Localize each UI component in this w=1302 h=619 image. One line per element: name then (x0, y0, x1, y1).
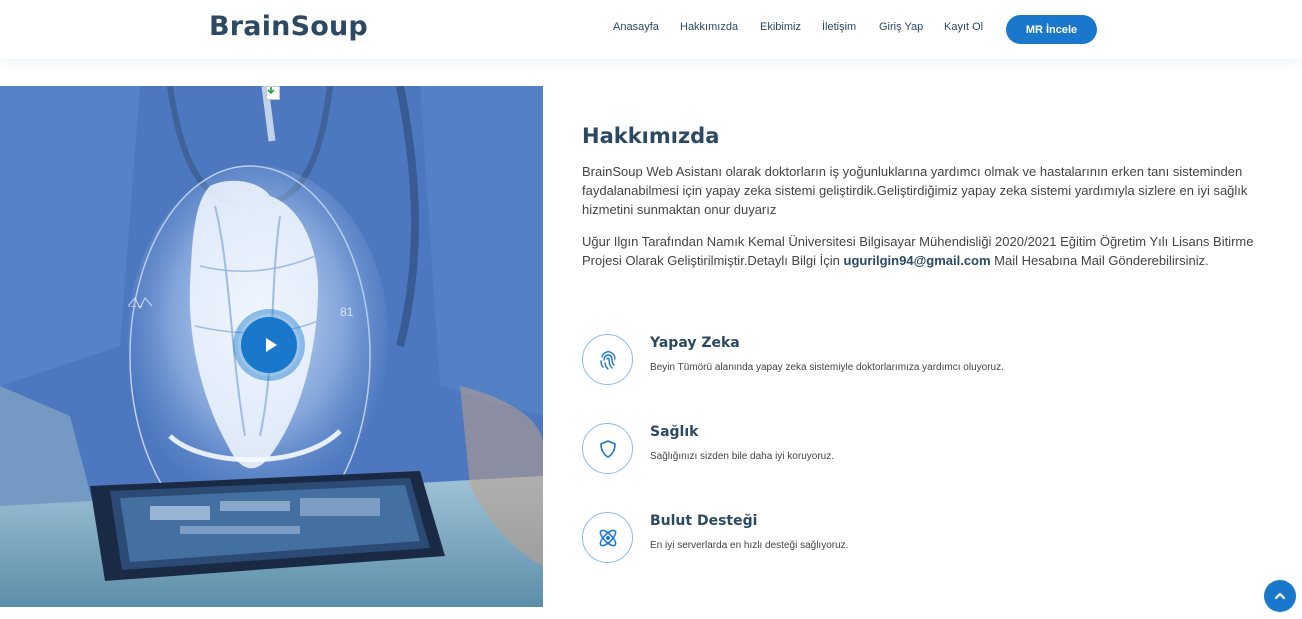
mr-review-button[interactable]: MR İncele (1006, 15, 1097, 44)
video-play-button[interactable] (233, 309, 305, 381)
about-paragraph: BrainSoup Web Asistanı olarak doktorları… (582, 164, 1248, 217)
feature-title: Bulut Desteği (650, 513, 758, 529)
fingerprint-icon (582, 334, 633, 385)
feature-description: Sağlığınızı sizden bile daha iyi koruyor… (650, 451, 834, 462)
nav-team[interactable]: Ekibimiz (760, 21, 801, 33)
feature-cloud: Bulut Desteği En iyi serverlarda en hızl… (582, 512, 1272, 564)
download-icon (266, 86, 280, 100)
back-to-top-button[interactable] (1264, 580, 1296, 612)
about-video-image: ·-·-· 81 (0, 86, 543, 607)
chevron-up-icon (1274, 592, 1286, 600)
feature-title: Sağlık (650, 424, 699, 440)
play-icon (265, 338, 277, 352)
feature-health: Sağlık Sağlığınızı sizden bile daha iyi … (582, 423, 1272, 475)
contact-email: ugurilgin94@gmail.com (843, 253, 991, 268)
site-header: BrainSoup Anasayfa Hakkımızda Ekibimiz İ… (0, 0, 1302, 59)
heart-rate-readout: 81 (340, 305, 354, 319)
about-title: Hakkımızda (582, 124, 720, 148)
about-credits: Uğur Ilgın Tarafından Namık Kemal Üniver… (582, 234, 1254, 268)
nav-home[interactable]: Anasayfa (613, 21, 659, 33)
nav-register[interactable]: Kayıt Ol (944, 21, 983, 33)
nav-about[interactable]: Hakkımızda (680, 21, 738, 33)
shield-icon (582, 423, 633, 474)
atom-icon (582, 512, 633, 563)
feature-description: En iyi serverlarda en hızlı desteği sağl… (650, 540, 849, 551)
feature-description: Beyin Tümörü alanında yapay zeka sistemi… (650, 362, 1004, 373)
nav-login[interactable]: Giriş Yap (879, 21, 923, 33)
nav-contact[interactable]: İletişim (822, 21, 856, 33)
feature-title: Yapay Zeka (650, 335, 740, 351)
ecg-readout: ·-·-· (128, 301, 143, 311)
main-nav: Anasayfa Hakkımızda Ekibimiz İletişim Gi… (0, 0, 1302, 59)
feature-ai: Yapay Zeka Beyin Tümörü alanında yapay z… (582, 334, 1272, 386)
